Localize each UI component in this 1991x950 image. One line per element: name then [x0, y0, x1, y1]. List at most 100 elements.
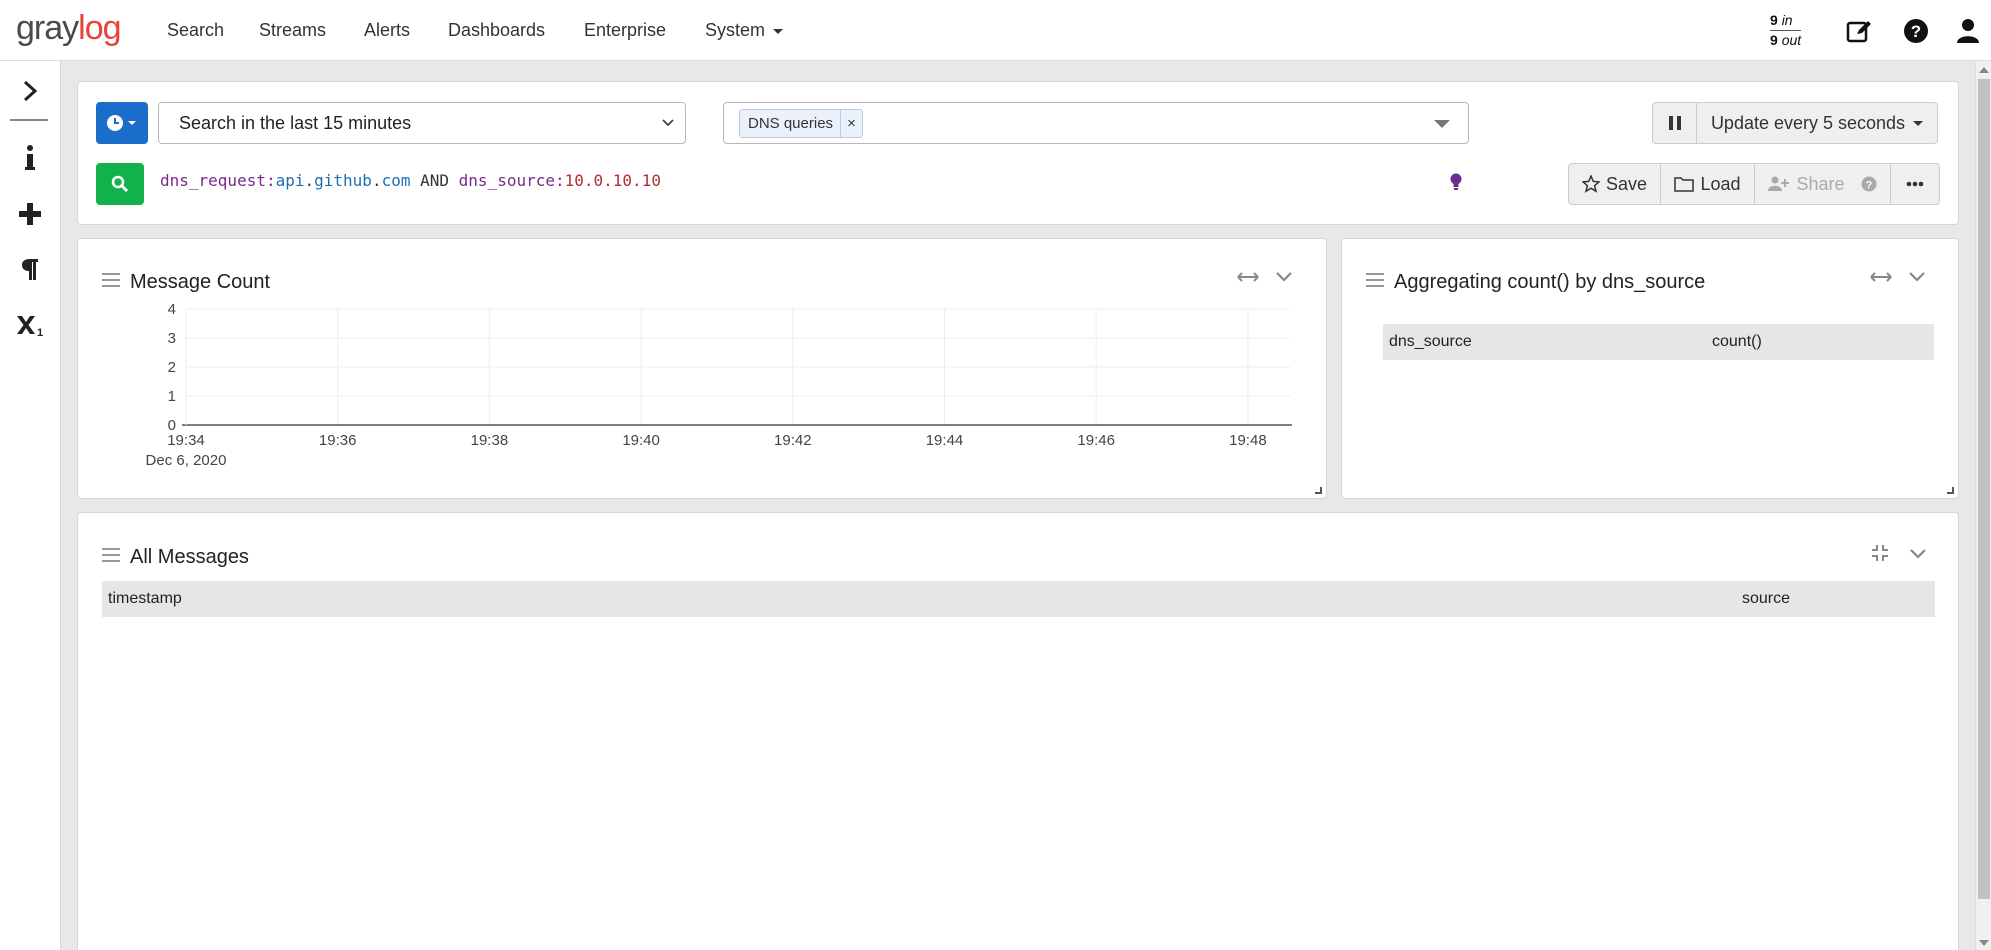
logo-text-gray: gray	[16, 9, 79, 47]
widget-title: Message Count	[130, 271, 271, 293]
info-icon[interactable]	[12, 140, 48, 176]
query-field-1: dns_request:	[160, 171, 276, 190]
caret-down-icon	[1913, 120, 1924, 126]
chevron-down-icon[interactable]	[1908, 269, 1926, 288]
refresh-interval-label: Update every 5 seconds	[1710, 112, 1906, 133]
widget-title: All Messages	[130, 546, 249, 568]
throughput-indicator[interactable]: 9 in 9 out	[1770, 11, 1802, 49]
refresh-interval-dropdown[interactable]: Update every 5 seconds	[1697, 103, 1937, 143]
share-button[interactable]: Share ?	[1755, 164, 1891, 204]
paragraph-icon[interactable]	[12, 251, 48, 287]
chevron-down-icon[interactable]	[1275, 269, 1293, 288]
help-icon: ?	[1861, 176, 1877, 192]
resize-handle-icon[interactable]	[1315, 487, 1322, 494]
chevron-down-icon	[662, 119, 674, 127]
chart-svg: 0123419:34 19:36 19:38 19:40 19:42 19:44 19:46…	[146, 301, 1292, 469]
subscript-icon[interactable]: 1	[12, 307, 48, 343]
nav-streams[interactable]: Streams	[259, 20, 326, 41]
nav-search[interactable]: Search	[167, 20, 224, 41]
svg-text:1: 1	[37, 327, 43, 337]
scroll-down-icon[interactable]	[1979, 940, 1989, 946]
messages-table-header: timestamp source	[102, 581, 1935, 617]
query-dot-2: .	[371, 171, 382, 190]
dropdown-arrow-icon[interactable]	[1434, 120, 1450, 128]
folder-icon	[1674, 177, 1695, 192]
query-field-2: dns_source:	[458, 171, 565, 190]
throughput-in-label: in	[1781, 12, 1793, 28]
column-header-dns-source[interactable]: dns_source	[1389, 333, 1472, 351]
x-tick-label: 19:36	[319, 432, 357, 449]
aggregation-widget: Aggregating count() by dns_source dns_so…	[1341, 238, 1959, 499]
y-tick-label: 3	[168, 330, 176, 347]
column-header-source[interactable]: source	[1742, 590, 1790, 608]
expand-horizontal-icon[interactable]	[1870, 270, 1892, 289]
query-value-2: 10.0.10.10	[564, 171, 661, 190]
refresh-control: Update every 5 seconds	[1652, 102, 1938, 144]
search-query-input[interactable]: dns_request:api.github.com AND dns_sourc…	[160, 171, 661, 190]
x-tick-label: 19:38	[471, 432, 509, 449]
x-tick-label: 19:42	[774, 432, 812, 449]
nav-system-label: System	[705, 20, 766, 40]
user-plus-icon	[1768, 176, 1790, 191]
time-range-type-button[interactable]	[96, 102, 148, 144]
query-value-1a: api	[275, 171, 305, 190]
search-actions-group: Save Load Share ?	[1568, 163, 1940, 205]
resize-handle-icon[interactable]	[1947, 487, 1954, 494]
chevron-down-icon[interactable]	[1909, 546, 1927, 565]
stream-chip-remove-icon[interactable]: ×	[840, 110, 862, 137]
caret-down-icon	[773, 28, 784, 34]
plus-icon[interactable]	[12, 196, 48, 232]
message-count-chart: 0 1 2 3 4 19:34 19:36 19:38 19:40 19:42 19:44 19:46…	[78, 299, 1328, 489]
x-date-label: Dec 6, 2020	[146, 452, 227, 469]
pause-button[interactable]	[1653, 103, 1697, 143]
scroll-up-icon[interactable]	[1979, 67, 1989, 73]
top-navbar: graylog Search Streams Alerts Dashboards…	[0, 0, 1991, 61]
sidebar-divider	[10, 119, 48, 121]
load-button[interactable]: Load	[1661, 164, 1755, 204]
column-header-timestamp[interactable]: timestamp	[108, 590, 182, 608]
expand-horizontal-icon[interactable]	[1237, 270, 1259, 289]
column-header-count[interactable]: count()	[1712, 333, 1762, 351]
x-tick-label: 19:40	[622, 432, 660, 449]
svg-text:?: ?	[1865, 180, 1872, 192]
share-label: Share	[1796, 173, 1845, 194]
aggregation-table-header: dns_source count()	[1383, 324, 1934, 360]
logo-text-log: log	[78, 9, 121, 47]
throughput-out-value: 9	[1770, 32, 1778, 48]
throughput-out-label: out	[1781, 32, 1802, 48]
clock-icon	[107, 115, 136, 131]
graylog-logo[interactable]: graylog	[16, 9, 122, 48]
search-bar-panel: Search in the last 15 minutes DNS querie…	[77, 81, 1959, 225]
pause-icon	[1668, 116, 1681, 130]
query-dot-1: .	[304, 171, 315, 190]
stream-chip: DNS queries ×	[739, 109, 864, 138]
time-range-select[interactable]: Search in the last 15 minutes	[158, 102, 686, 144]
lightbulb-icon[interactable]	[1449, 173, 1463, 196]
star-icon	[1581, 175, 1600, 193]
time-range-value: Search in the last 15 minutes	[179, 113, 412, 133]
scroll-thumb[interactable]	[1978, 79, 1990, 899]
save-button[interactable]: Save	[1569, 164, 1661, 204]
drag-handle-icon[interactable]	[102, 273, 120, 291]
all-messages-widget: All Messages timestamp source	[77, 512, 1959, 950]
nav-enterprise[interactable]: Enterprise	[584, 20, 666, 41]
query-value-1e: com	[381, 171, 411, 190]
expand-chevron-icon[interactable]	[12, 73, 48, 109]
search-button[interactable]	[96, 163, 144, 205]
edit-icon[interactable]	[1844, 16, 1874, 46]
drag-handle-icon[interactable]	[102, 548, 120, 566]
nav-alerts[interactable]: Alerts	[364, 20, 410, 41]
streams-select[interactable]: DNS queries ×	[723, 102, 1469, 144]
user-icon[interactable]	[1953, 16, 1983, 46]
more-actions-button[interactable]	[1891, 164, 1939, 204]
drag-handle-icon[interactable]	[1366, 273, 1384, 291]
message-count-widget: Message Count 0 1 2 3 4 19:34 19:36 19:38 19:40 1…	[77, 238, 1327, 499]
help-icon[interactable]: ?	[1901, 16, 1931, 46]
nav-system[interactable]: System	[705, 20, 784, 41]
widget-title: Aggregating count() by dns_source	[1394, 271, 1706, 293]
throughput-in-value: 9	[1770, 12, 1778, 28]
compress-icon[interactable]	[1871, 544, 1889, 567]
nav-dashboards[interactable]: Dashboards	[448, 20, 545, 41]
page-scrollbar[interactable]	[1975, 61, 1991, 950]
stream-chip-label: DNS queries	[748, 115, 834, 132]
